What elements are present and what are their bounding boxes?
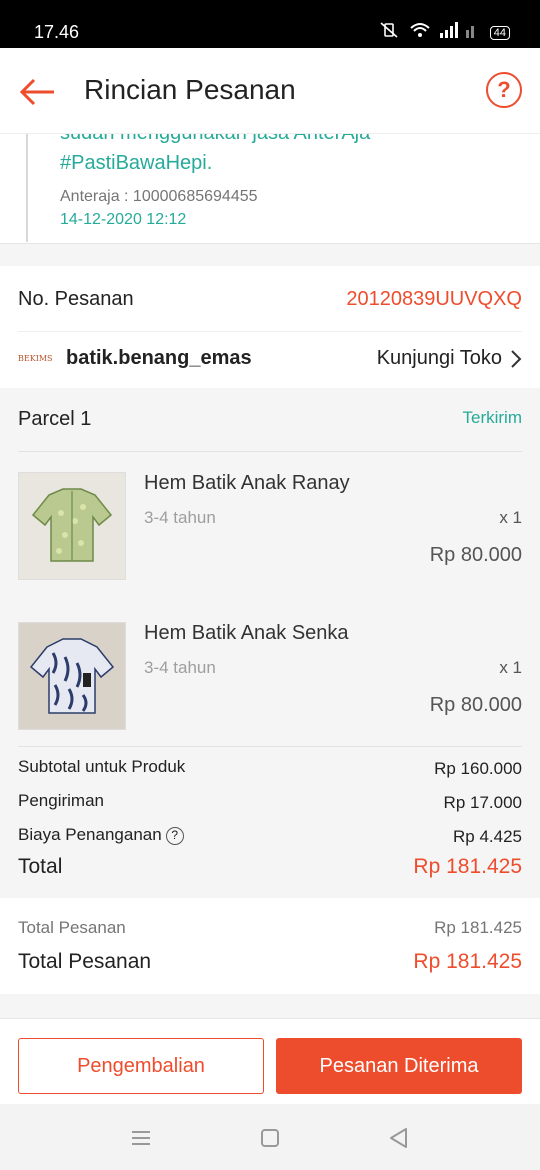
order-total-section: Total Pesanan Rp 181.425 Total Pesanan R… xyxy=(0,898,540,994)
order-info: No. Pesanan 20120839UUVQXQ BEKIMS batik.… xyxy=(0,266,540,388)
total-label: Total xyxy=(18,855,63,878)
product-image[interactable] xyxy=(18,622,126,730)
product-image[interactable] xyxy=(18,472,126,580)
product-quantity: x 1 xyxy=(499,658,522,677)
product-quantity: x 1 xyxy=(499,508,522,527)
order-number-value[interactable]: 20120839UUVQXQ xyxy=(346,288,522,311)
app-bar: Rincian Pesanan ? xyxy=(0,48,540,134)
order-number-row: No. Pesanan 20120839UUVQXQ xyxy=(18,266,522,332)
parcel-label: Parcel 1 xyxy=(18,408,92,430)
status-bar: 17.46 44 xyxy=(0,0,540,48)
question-circle-icon[interactable]: ? xyxy=(486,72,522,108)
tracking-message-line1: sudah menggunakan jasa AnterAja xyxy=(60,134,370,145)
chevron-right-icon xyxy=(511,349,522,368)
mute-vibrate-icon xyxy=(378,22,400,43)
product-name: Hem Batik Anak Ranay xyxy=(144,472,350,494)
handling-fee-row: Biaya Penanganan? Rp 4.425 xyxy=(18,825,522,846)
home-square-icon[interactable] xyxy=(255,1124,285,1152)
wifi-icon xyxy=(410,22,430,43)
status-icons: 44 xyxy=(378,22,510,43)
parcel-status: Terkirim xyxy=(462,408,523,427)
product-name: Hem Batik Anak Senka xyxy=(144,622,349,644)
order-total-value: Rp 181.425 xyxy=(413,950,522,973)
back-triangle-icon[interactable] xyxy=(384,1124,414,1152)
shipping-label: Pengiriman xyxy=(18,791,104,810)
courier-code: Anteraja : 10000685694455 xyxy=(60,188,258,205)
system-nav-bar xyxy=(0,1104,540,1170)
order-total-row-emphasis: Total Pesanan Rp 181.425 xyxy=(18,950,522,974)
order-received-button[interactable]: Pesanan Diterima xyxy=(276,1038,522,1094)
tracking-section: sudah menggunakan jasa AnterAja #PastiBa… xyxy=(0,134,540,244)
order-total-value: Rp 181.425 xyxy=(434,918,522,937)
page-title: Rincian Pesanan xyxy=(84,74,296,105)
subtotal-value: Rp 160.000 xyxy=(434,759,522,778)
shop-logo: BEKIMS xyxy=(18,354,53,363)
shop-name[interactable]: batik.benang_emas xyxy=(66,347,252,370)
order-total-row: Total Pesanan Rp 181.425 xyxy=(18,918,522,938)
product-variant: 3-4 tahun xyxy=(144,658,216,677)
subtotal-row: Subtotal untuk Produk Rp 160.000 xyxy=(18,757,522,778)
menu-icon[interactable] xyxy=(126,1124,156,1152)
total-value: Rp 181.425 xyxy=(413,855,522,878)
order-total-label: Total Pesanan xyxy=(18,918,126,937)
status-time: 17.46 xyxy=(34,22,80,42)
action-bar: Pengembalian Pesanan Diterima xyxy=(0,1018,540,1104)
return-button[interactable]: Pengembalian xyxy=(18,1038,264,1094)
subtotal-label: Subtotal untuk Produk xyxy=(18,757,186,776)
product-variant: 3-4 tahun xyxy=(144,508,216,527)
product-price: Rp 80.000 xyxy=(429,544,522,566)
shop-row[interactable]: BEKIMS batik.benang_emas Kunjungi Toko xyxy=(18,332,522,388)
visit-shop-button[interactable]: Kunjungi Toko xyxy=(377,347,522,370)
handling-fee-value: Rp 4.425 xyxy=(453,827,522,846)
order-total-label: Total Pesanan xyxy=(18,950,152,973)
arrow-left-icon[interactable] xyxy=(18,72,58,112)
shipping-value: Rp 17.000 xyxy=(443,793,522,812)
visit-shop-label: Kunjungi Toko xyxy=(376,347,502,369)
timeline-line xyxy=(26,134,28,242)
order-number-label: No. Pesanan xyxy=(18,288,134,310)
parcel-section: Parcel 1 Terkirim Hem Batik Anak Ranay 3… xyxy=(0,388,540,898)
total-row: Total Rp 181.425 xyxy=(18,855,522,879)
product-item[interactable]: Hem Batik Anak Ranay 3-4 tahun x 1 Rp 80… xyxy=(18,472,522,582)
signal-icon xyxy=(439,22,480,43)
parcel-header: Parcel 1 Terkirim xyxy=(18,388,522,452)
question-circle-icon[interactable]: ? xyxy=(165,827,184,845)
shipping-row: Pengiriman Rp 17.000 xyxy=(18,791,522,812)
tracking-datetime: 14-12-2020 12:12 xyxy=(60,211,187,228)
tracking-message-line2: #PastiBawaHepi. xyxy=(60,152,213,174)
price-summary: Subtotal untuk Produk Rp 160.000 Pengiri… xyxy=(18,746,522,878)
product-item[interactable]: Hem Batik Anak Senka 3-4 tahun x 1 Rp 80… xyxy=(18,622,522,732)
product-price: Rp 80.000 xyxy=(429,694,522,716)
battery-icon: 44 xyxy=(489,25,510,40)
handling-fee-label: Biaya Penanganan xyxy=(18,825,162,844)
